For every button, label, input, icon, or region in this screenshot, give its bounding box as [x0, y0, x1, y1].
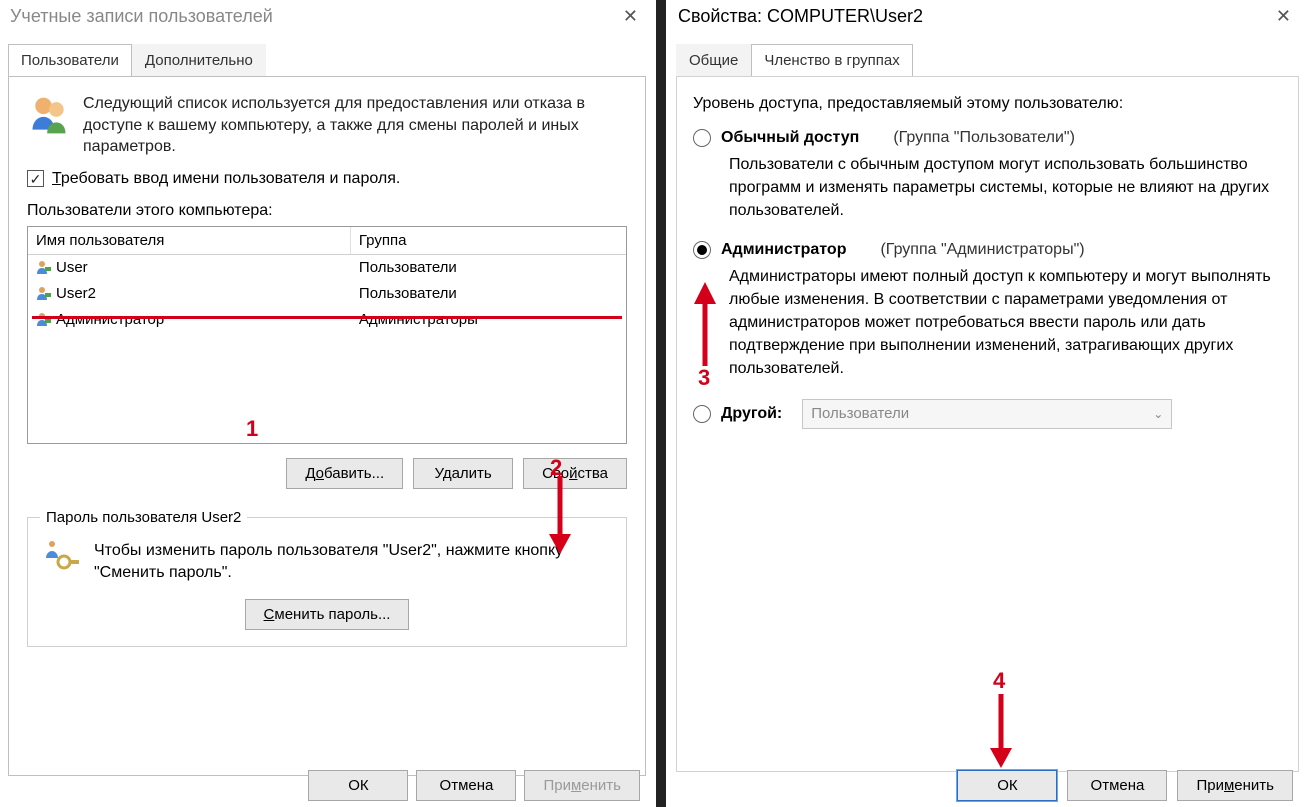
access-level-label: Уровень доступа, предоставляемый этому п…	[693, 95, 1282, 113]
col-group[interactable]: Группа	[351, 227, 626, 254]
radio-admin[interactable]	[693, 241, 711, 259]
add-button[interactable]: Добавить...	[286, 458, 403, 489]
key-icon	[40, 540, 80, 576]
ok-button[interactable]: ОК	[957, 770, 1057, 801]
table-row[interactable]: User Пользователи	[28, 255, 626, 281]
table-row[interactable]: User2 Пользователи	[28, 281, 626, 307]
info-text: Следующий список используется для предос…	[83, 93, 631, 158]
window-divider	[654, 0, 668, 807]
remove-button[interactable]: Удалить	[413, 458, 513, 489]
properties-button[interactable]: Свойства	[523, 458, 627, 489]
radio-standard-desc: Пользователи с обычным доступом могут ис…	[729, 153, 1282, 223]
tabs: Пользователи Дополнительно	[0, 43, 654, 76]
radio-admin-group: (Группа "Администраторы")	[880, 241, 1084, 259]
user-list-label: Пользователи этого компьютера:	[27, 202, 631, 220]
tab-general[interactable]: Общие	[676, 44, 751, 77]
user-table[interactable]: Имя пользователя Группа User Пользовател…	[27, 226, 627, 444]
cancel-button[interactable]: Отмена	[1067, 770, 1167, 801]
tab-panel-membership: Уровень доступа, предоставляемый этому п…	[676, 76, 1299, 772]
selection-highlight	[32, 316, 622, 319]
table-row[interactable]: Администратор Администраторы	[28, 307, 626, 333]
password-legend: Пароль пользователя User2	[40, 509, 247, 526]
user-icon	[36, 286, 52, 300]
radio-standard-title: Обычный доступ	[721, 129, 859, 147]
ok-button[interactable]: ОК	[308, 770, 408, 801]
user-accounts-window: Учетные записи пользователей ✕ Пользоват…	[0, 0, 654, 807]
require-credentials-label: Требовать ввод имени пользователя и паро…	[52, 170, 400, 188]
user-properties-window: Свойства: COMPUTER\User2 ✕ Общие Членств…	[668, 0, 1307, 807]
tabs: Общие Членство в группах	[668, 43, 1307, 76]
change-password-button[interactable]: Сменить пароль...	[245, 599, 410, 630]
window-title: Свойства: COMPUTER\User2	[678, 6, 923, 27]
users-icon	[27, 93, 71, 137]
other-group-value: Пользователи	[811, 405, 909, 422]
radio-other-title: Другой:	[721, 405, 782, 423]
col-username[interactable]: Имя пользователя	[28, 227, 351, 254]
chevron-down-icon: ⌄	[1153, 407, 1163, 421]
window-title: Учетные записи пользователей	[10, 6, 273, 27]
password-groupbox: Пароль пользователя User2 Чтобы изменить…	[27, 509, 627, 647]
radio-admin-title: Администратор	[721, 241, 846, 259]
titlebar: Свойства: COMPUTER\User2 ✕	[668, 0, 1307, 35]
radio-standard[interactable]	[693, 129, 711, 147]
table-header: Имя пользователя Группа	[28, 227, 626, 255]
require-credentials-checkbox[interactable]	[27, 170, 44, 187]
other-group-combo[interactable]: Пользователи ⌄	[802, 399, 1172, 429]
radio-admin-desc: Администраторы имеют полный доступ к ком…	[729, 265, 1282, 381]
tab-advanced[interactable]: Дополнительно	[132, 44, 266, 77]
radio-standard-group: (Группа "Пользователи")	[893, 129, 1075, 147]
close-icon[interactable]: ✕	[1270, 6, 1297, 27]
cancel-button[interactable]: Отмена	[416, 770, 516, 801]
radio-other[interactable]	[693, 405, 711, 423]
user-icon	[36, 312, 52, 326]
tab-users[interactable]: Пользователи	[8, 44, 132, 77]
apply-button[interactable]: Применить	[524, 770, 640, 801]
close-icon[interactable]: ✕	[617, 6, 644, 27]
titlebar: Учетные записи пользователей ✕	[0, 0, 654, 37]
tab-panel-users: Следующий список используется для предос…	[8, 76, 646, 776]
password-text: Чтобы изменить пароль пользователя "User…	[94, 540, 614, 585]
tab-membership[interactable]: Членство в группах	[751, 44, 912, 77]
user-icon	[36, 260, 52, 274]
apply-button[interactable]: Применить	[1177, 770, 1293, 801]
